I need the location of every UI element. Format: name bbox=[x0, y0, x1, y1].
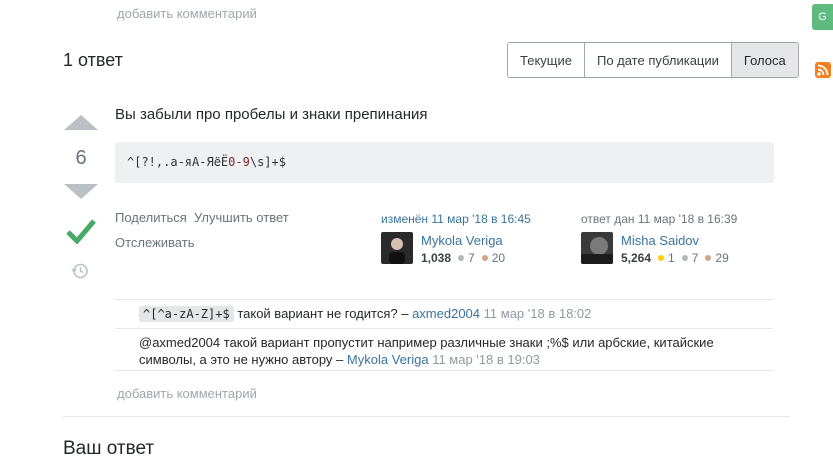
comment-code: ^[^a-zA-Z]+$ bbox=[139, 306, 234, 322]
avatar[interactable] bbox=[581, 232, 613, 264]
code-part: ^[?!,.а-яА-ЯёЁ bbox=[127, 155, 229, 169]
reputation: 5,264 bbox=[621, 251, 652, 265]
silver-badge-icon bbox=[458, 255, 465, 261]
code-part-digits: 0-9 bbox=[228, 155, 250, 169]
divider bbox=[115, 299, 773, 300]
silver-badge-icon bbox=[681, 255, 688, 261]
gold-count: 1 bbox=[668, 251, 675, 265]
share-link[interactable]: Поделиться bbox=[115, 210, 187, 225]
edited-timestamp[interactable]: изменён 11 мар '18 в 16:45 bbox=[381, 212, 531, 226]
accepted-check-icon bbox=[66, 219, 96, 244]
comment-user-link[interactable]: axmed2004 bbox=[412, 306, 480, 321]
author-stats: 5,264 1 7 29 bbox=[621, 251, 729, 265]
editor-name[interactable]: Mykola Veriga bbox=[421, 233, 503, 248]
divider bbox=[115, 370, 773, 371]
code-part: \s]+$ bbox=[249, 155, 286, 169]
bronze-badge-icon bbox=[481, 255, 488, 261]
silver-count: 7 bbox=[468, 251, 475, 265]
gold-badge-icon bbox=[658, 255, 665, 261]
vote-count: 6 bbox=[75, 147, 87, 169]
reputation: 1,038 bbox=[421, 251, 452, 265]
bronze-badge-icon bbox=[705, 255, 712, 261]
comment-date[interactable]: 11 мар '18 в 19:03 bbox=[432, 352, 540, 367]
avatar[interactable] bbox=[381, 232, 413, 264]
divider bbox=[115, 328, 773, 329]
tab-oldest[interactable]: По дате публикации bbox=[584, 43, 732, 77]
tab-active[interactable]: Текущие bbox=[508, 43, 585, 77]
silver-count: 7 bbox=[691, 251, 699, 265]
section-divider bbox=[63, 416, 790, 417]
vote-down-button[interactable] bbox=[64, 184, 98, 199]
editor-stats: 1,038 7 20 bbox=[421, 251, 505, 265]
comment-user-link[interactable]: Mykola Veriga bbox=[347, 352, 429, 367]
history-icon[interactable] bbox=[71, 262, 89, 280]
post-menu-row: Поделиться Улучшить ответ bbox=[115, 210, 289, 225]
author-name[interactable]: Misha Saidov bbox=[621, 233, 699, 248]
vote-up-button[interactable] bbox=[64, 115, 98, 130]
bronze-count: 29 bbox=[715, 251, 729, 265]
comment-text: такой вариант не годится? – bbox=[237, 306, 409, 321]
follow-link[interactable]: Отслеживать bbox=[115, 235, 194, 250]
add-comment-link[interactable]: добавить комментарий bbox=[117, 386, 257, 401]
answer-text: Вы забыли про пробелы и знаки препинания bbox=[115, 106, 428, 123]
comment: @axmed2004 такой вариант пропустит напри… bbox=[139, 334, 739, 368]
improve-link[interactable]: Улучшить ответ bbox=[194, 210, 289, 225]
bronze-count: 20 bbox=[491, 251, 506, 265]
tab-votes[interactable]: Голоса bbox=[731, 43, 798, 77]
code-block: ^[?!,.а-яА-ЯёЁ0-9\s]+$ bbox=[115, 142, 774, 183]
green-button-edge[interactable]: G bbox=[812, 4, 833, 30]
rss-icon[interactable] bbox=[815, 62, 831, 78]
comment-date[interactable]: 11 мар '18 в 18:02 bbox=[484, 306, 592, 321]
sort-tabs: Текущие По дате публикации Голоса bbox=[507, 42, 799, 78]
your-answer-heading: Ваш ответ bbox=[63, 438, 155, 459]
answered-timestamp[interactable]: ответ дан 11 мар '18 в 16:39 bbox=[581, 212, 737, 226]
answers-count: 1 ответ bbox=[63, 50, 123, 70]
add-comment-link-top[interactable]: добавить комментарий bbox=[117, 6, 257, 21]
comment: ^[^a-zA-Z]+$ такой вариант не годится? –… bbox=[139, 305, 769, 323]
